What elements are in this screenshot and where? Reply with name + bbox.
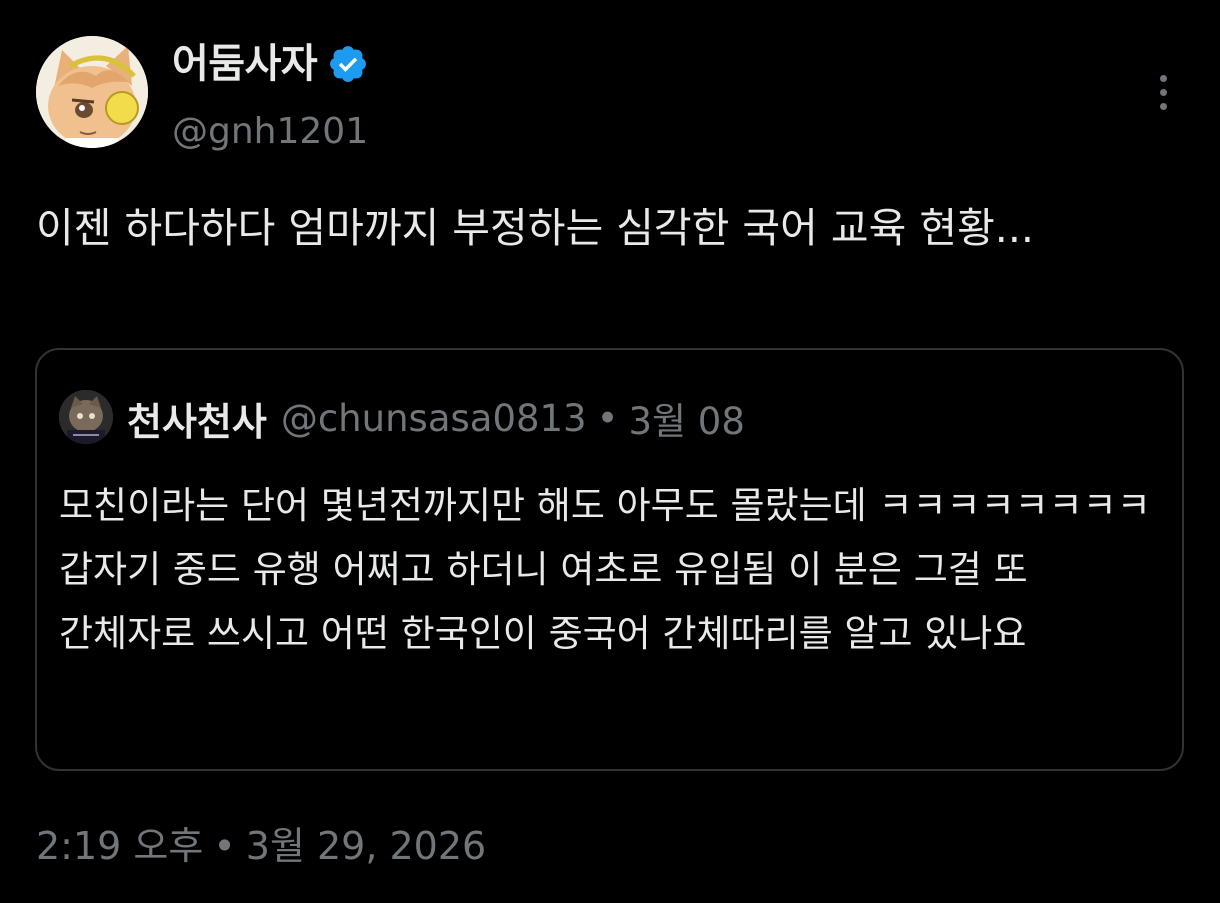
tweet-time[interactable]: 2:19 오후 — [36, 824, 203, 868]
quoted-author-name[interactable]: 천사천사 — [127, 391, 267, 446]
more-vertical-icon — [1159, 74, 1167, 82]
tweet-date[interactable]: 3월 29, 2026 — [246, 824, 486, 868]
verified-badge-icon[interactable] — [327, 43, 369, 85]
quoted-tweet-text: 모친이라는 단어 몇년전까지만 해도 아무도 몰랐는데 ㅋㅋㅋㅋㅋㅋㅋㅋ 갑자기… — [59, 484, 1151, 655]
author-handle[interactable]: @gnh1201 — [172, 108, 368, 156]
quoted-tweet-card[interactable]: 천사천사 @chunsasa0813 • 3월 08 모친이라는 단어 몇년전까… — [35, 348, 1184, 771]
quoted-avatar-image — [59, 390, 113, 444]
dot-separator: • — [596, 396, 619, 440]
tweet-text: 이젠 하다하다 엄마까지 부정하는 심각한 국어 교육 현황... — [36, 204, 1034, 252]
quoted-tweet-header: 천사천사 @chunsasa0813 • 3월 08 — [127, 392, 745, 444]
quoted-author-avatar[interactable] — [59, 390, 113, 444]
author-display-name[interactable]: 어둠사자 — [172, 38, 318, 90]
author-name-row: 어둠사자 — [172, 38, 369, 90]
quoted-author-handle[interactable]: @chunsasa0813 — [281, 397, 587, 440]
quoted-tweet-date[interactable]: 3월 08 — [628, 391, 744, 445]
avatar-image — [36, 36, 148, 148]
tweet-timestamp: 2:19 오후 • 3월 29, 2026 — [36, 818, 486, 874]
more-options-button[interactable] — [1144, 68, 1182, 116]
author-avatar[interactable] — [36, 36, 148, 148]
tweet-detail: 어둠사자 @gnh1201 이젠 하다하다 엄마까지 부정하는 심각한 국어 교… — [0, 0, 1220, 903]
dot-separator: • — [213, 824, 236, 868]
